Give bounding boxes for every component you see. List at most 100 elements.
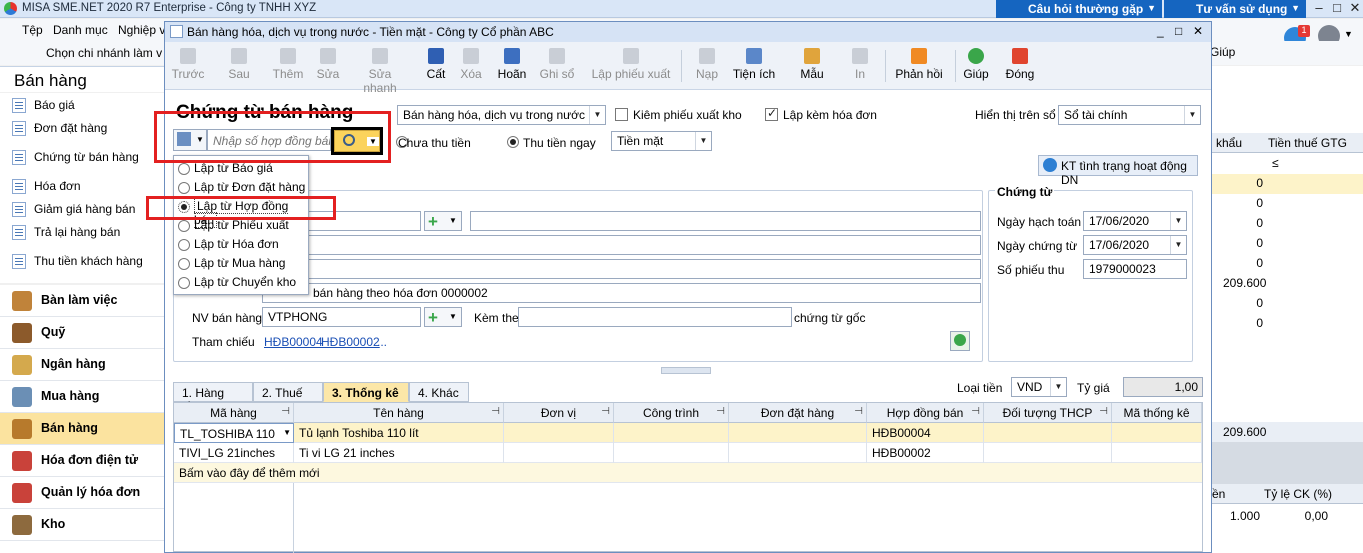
close-icon[interactable]: ✕ — [1193, 24, 1203, 38]
add-row-hint[interactable]: Bấm vào đây để thêm mới — [174, 463, 474, 483]
add-customer-button[interactable]: + ▼ — [424, 211, 462, 231]
edit-button[interactable]: Sửa — [311, 44, 345, 88]
help-link[interactable]: Giúp — [1210, 45, 1235, 59]
table-row[interactable]: TL_TOSHIBA 110 ▼ Tủ lạnh Toshiba 110 lít … — [174, 423, 1202, 443]
customer-name-input[interactable] — [470, 211, 981, 231]
tab-goods[interactable]: 1. Hàng tiền — [173, 382, 253, 414]
col-header[interactable]: Công trình ⊣ — [614, 403, 729, 423]
menu-item-from-purchase[interactable]: Lập từ Mua hàng — [178, 255, 306, 273]
sidebar-item-invoice[interactable]: Hóa đơn — [12, 177, 162, 197]
help-button[interactable]: Giúp — [961, 44, 991, 88]
menu-business[interactable]: Nghiệp v — [118, 23, 165, 37]
branch-bar[interactable]: Chọn chi nhánh làm v — [0, 41, 170, 65]
pin-icon[interactable]: ⊣ — [971, 406, 980, 417]
sidebar-item-order[interactable]: Đơn đặt hàng — [12, 119, 162, 139]
payer-input[interactable] — [262, 259, 981, 279]
sidebar-item-sales-voucher[interactable]: Chứng từ bán hàng — [12, 148, 162, 168]
add-reference-button[interactable] — [950, 331, 970, 351]
with-invoice-checkbox[interactable] — [765, 106, 778, 121]
address-input[interactable] — [262, 235, 981, 255]
prev-button[interactable]: Trước — [171, 44, 205, 88]
sidebar-item-discount[interactable]: Giảm giá hàng bán — [12, 200, 162, 220]
add-row[interactable]: Bấm vào đây để thêm mới — [174, 463, 1202, 483]
item-code-cell[interactable]: TL_TOSHIBA 110 ▼ — [174, 423, 294, 443]
col-header[interactable]: Mã hàng ⊣ — [174, 403, 294, 423]
pay-method-select[interactable]: Tiền mặt ▼ — [611, 131, 712, 151]
undo-button[interactable]: Hoãn — [493, 44, 531, 88]
check-stock-checkbox[interactable] — [615, 108, 628, 121]
post-button[interactable]: Ghi sổ — [537, 44, 577, 88]
module-sales[interactable]: Bán hàng — [0, 413, 164, 445]
pin-icon[interactable]: ⊣ — [1099, 406, 1108, 417]
module-warehouse[interactable]: Kho — [0, 509, 164, 541]
pin-icon[interactable]: ⊣ — [716, 406, 725, 417]
doc-date-input[interactable]: 17/06/2020 ▼ — [1083, 235, 1187, 255]
pin-icon[interactable]: ⊣ — [281, 406, 290, 417]
save-button[interactable]: Cất — [421, 44, 451, 88]
pin-icon[interactable]: ⊣ — [491, 406, 500, 417]
col-header[interactable]: Đối tượng THCP ⊣ — [984, 403, 1112, 423]
collapse-handle[interactable] — [661, 367, 711, 374]
template-button[interactable]: Mẫu — [795, 44, 829, 88]
col-header[interactable]: Đơn vị ⊣ — [504, 403, 614, 423]
filter-operator[interactable]: ≤ — [1272, 156, 1279, 170]
quick-edit-button[interactable]: Sửa nhanh — [351, 44, 409, 95]
module-cash[interactable]: Quỹ — [0, 317, 164, 349]
tab-other[interactable]: 4. Khác — [409, 382, 469, 402]
add-staff-button[interactable]: + ▼ — [424, 307, 462, 327]
kt-status-button[interactable]: KT tình trạng hoạt động DN — [1038, 155, 1198, 187]
minimize-icon[interactable]: – — [1310, 0, 1328, 18]
utility-button[interactable]: Tiện ích — [731, 44, 777, 88]
maximize-icon[interactable]: □ — [1175, 24, 1182, 38]
branch-selector[interactable]: Chọn chi nhánh làm v — [46, 46, 162, 60]
ref-link-1[interactable]: HĐB00004 — [264, 335, 323, 349]
reason-input[interactable]: bán hàng theo hóa đơn 0000002 — [262, 283, 981, 303]
tab-statistics[interactable]: 3. Thống kê — [323, 382, 409, 402]
menu-catalog[interactable]: Danh mục — [53, 23, 108, 37]
sidebar-item-quote[interactable]: Báo giá — [12, 96, 162, 116]
pin-icon[interactable]: ⊣ — [601, 406, 610, 417]
menu-file[interactable]: Tệp — [22, 23, 43, 37]
table-row[interactable]: TIVI_LG 21inches Ti vi LG 21 inches HĐB0… — [174, 443, 1202, 463]
create-delivery-button[interactable]: Lập phiếu xuất — [589, 44, 673, 88]
attach-input[interactable] — [518, 307, 792, 327]
module-e-invoice[interactable]: Hóa đơn điện tử — [0, 445, 164, 477]
col-header[interactable]: Mã thống kê — [1112, 403, 1202, 423]
menu-item-from-order[interactable]: Lập từ Đơn đặt hàng — [178, 179, 306, 197]
sales-staff-input[interactable]: VTPHONG — [262, 307, 421, 327]
consult-button[interactable]: Tư vấn sử dụng ▼ — [1164, 0, 1306, 18]
maximize-icon[interactable]: □ — [1328, 0, 1346, 18]
module-bank[interactable]: Ngân hàng — [0, 349, 164, 381]
module-desk[interactable]: Bàn làm việc — [0, 285, 164, 317]
sidebar-item-return[interactable]: Trả lại hàng bán — [12, 223, 162, 243]
book-select[interactable]: Sổ tài chính ▼ — [1058, 105, 1201, 125]
faq-button[interactable]: Câu hỏi thường gặp ▼ — [996, 0, 1162, 18]
receipt-no-input[interactable]: 1979000023 — [1083, 259, 1187, 279]
print-button[interactable]: In — [849, 44, 871, 88]
add-button[interactable]: Thêm — [271, 44, 305, 88]
col-header[interactable]: Tên hàng ⊣ — [294, 403, 504, 423]
paid-now-radio[interactable] — [507, 136, 519, 148]
feedback-button[interactable]: Phản hồi — [893, 44, 945, 88]
ref-link-2[interactable]: HĐB00002 — [321, 335, 380, 349]
post-date-input[interactable]: 17/06/2020 ▼ — [1083, 211, 1187, 231]
rate-input[interactable]: 1,00 — [1123, 377, 1203, 397]
delete-button[interactable]: Xóa — [455, 44, 487, 88]
chevron-down-icon[interactable]: ▼ — [1344, 29, 1353, 39]
ref-more-link[interactable]: ... — [377, 335, 387, 349]
pin-icon[interactable]: ⊣ — [854, 406, 863, 417]
close-button[interactable]: Đóng — [1003, 44, 1037, 88]
chevron-down-icon[interactable]: ▼ — [283, 428, 291, 437]
menu-item-from-invoice[interactable]: Lập từ Hóa đơn — [178, 236, 306, 254]
sidebar-item-collect[interactable]: Thu tiền khách hàng — [12, 252, 162, 272]
next-button[interactable]: Sau — [223, 44, 255, 88]
col-header[interactable]: Đơn đặt hàng ⊣ — [729, 403, 867, 423]
module-invoice-mgmt[interactable]: Quản lý hóa đơn — [0, 477, 164, 509]
minimize-icon[interactable]: _ — [1157, 24, 1164, 38]
module-purchase[interactable]: Mua hàng — [0, 381, 164, 413]
col-header[interactable]: Hợp đồng bán ⊣ — [867, 403, 984, 423]
menu-item-from-transfer[interactable]: Lập từ Chuyển kho — [178, 274, 306, 292]
sale-type-select[interactable]: Bán hàng hóa, dịch vụ trong nước ▼ — [397, 105, 606, 125]
load-button[interactable]: Nạp — [691, 44, 723, 88]
tab-tax[interactable]: 2. Thuế — [253, 382, 323, 402]
